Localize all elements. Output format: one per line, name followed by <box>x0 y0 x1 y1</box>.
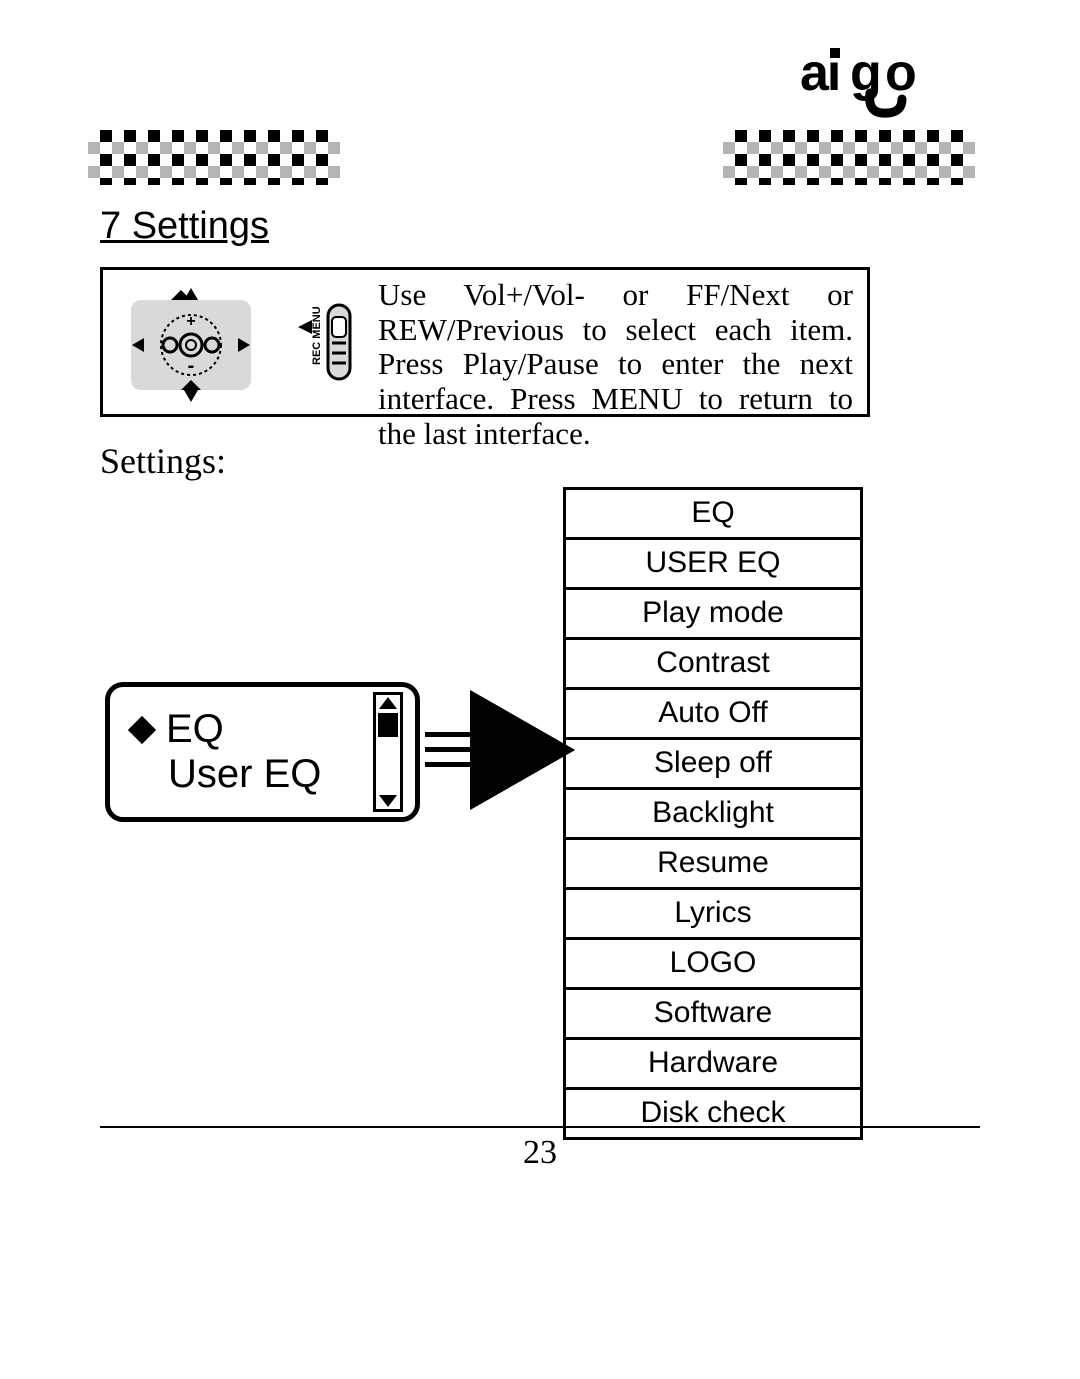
brand-logo: ai g o <box>800 45 980 120</box>
svg-text:o: o <box>885 45 916 102</box>
settings-item: Resume <box>566 840 860 890</box>
settings-item: USER EQ <box>566 540 860 590</box>
settings-item: Contrast <box>566 640 860 690</box>
svg-text:+: + <box>186 313 195 330</box>
scroll-knob <box>378 713 398 737</box>
menu-slider-icon: REC MENU <box>296 287 356 397</box>
lcd-scrollbar <box>373 692 403 812</box>
svg-text:g: g <box>850 45 881 102</box>
lcd-line-1: EQ <box>130 707 373 752</box>
device-lcd-preview: EQ User EQ <box>105 682 420 822</box>
settings-item: Disk check <box>566 1090 860 1137</box>
settings-list: EQ USER EQ Play mode Contrast Auto Off S… <box>563 487 863 1140</box>
settings-item: Backlight <box>566 790 860 840</box>
settings-item: Sleep off <box>566 740 860 790</box>
page-number: 23 <box>0 1134 1080 1172</box>
svg-text:REC MENU: REC MENU <box>311 306 323 365</box>
scroll-down-icon <box>379 795 397 807</box>
settings-item: Hardware <box>566 1040 860 1090</box>
scroll-up-icon <box>379 697 397 709</box>
lcd-line-1-text: EQ <box>166 707 224 752</box>
selection-diamond-icon <box>128 715 156 743</box>
settings-label: Settings: <box>100 440 226 482</box>
settings-item: Lyrics <box>566 890 860 940</box>
decorative-checker-right <box>720 130 990 185</box>
settings-item: Auto Off <box>566 690 860 740</box>
section-heading: 7 Settings <box>100 205 269 248</box>
decorative-checker-left <box>85 130 355 185</box>
settings-item: Software <box>566 990 860 1040</box>
instruction-text: Use Vol+/Vol- or FF/Next or REW/Previous… <box>378 270 867 414</box>
lcd-line-2: User EQ <box>168 752 373 797</box>
footer-divider <box>100 1126 980 1128</box>
manual-page: ai g o <box>0 0 1080 1379</box>
settings-item: EQ <box>566 490 860 540</box>
settings-item: LOGO <box>566 940 860 990</box>
controls-diagram: + - REC MENU <box>103 270 378 414</box>
instruction-box: + - REC MENU <box>100 267 870 417</box>
settings-item: Play mode <box>566 590 860 640</box>
svg-text:-: - <box>187 355 194 377</box>
